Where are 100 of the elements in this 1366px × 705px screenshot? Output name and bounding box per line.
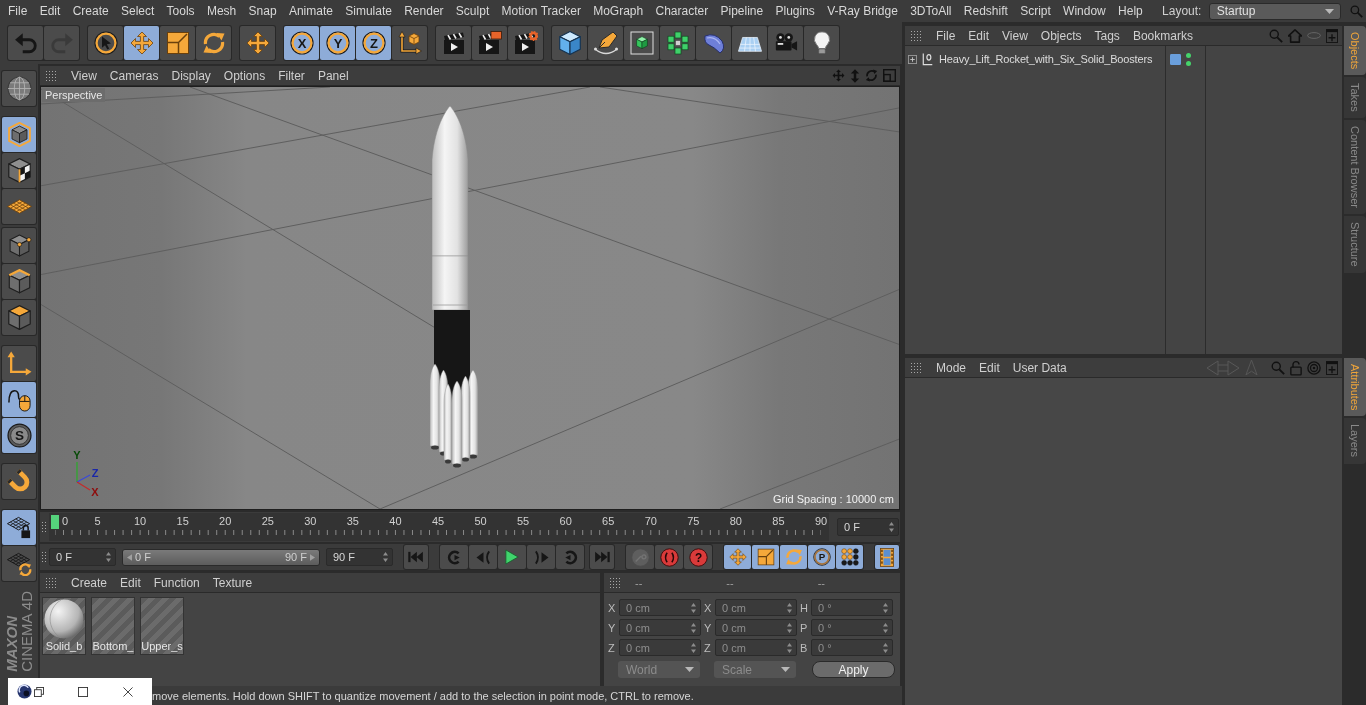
menu-item[interactable]: Mode: [936, 360, 967, 375]
layer-swatch-icon[interactable]: [1170, 53, 1181, 65]
menu-item[interactable]: Texture: [212, 575, 253, 590]
grid-rotate-button[interactable]: [2, 546, 36, 581]
menu-item[interactable]: Snap: [248, 4, 277, 18]
position-key-button[interactable]: [724, 545, 751, 569]
magnet-button[interactable]: [2, 464, 36, 499]
menu-item[interactable]: Select: [120, 4, 155, 18]
menu-item[interactable]: 3DToAll: [910, 4, 952, 18]
menu-item[interactable]: File: [8, 4, 28, 18]
menu-item[interactable]: Script: [1020, 4, 1051, 18]
axis-mode-button[interactable]: [2, 346, 36, 381]
apply-button[interactable]: Apply: [812, 661, 895, 678]
coordinate-field[interactable]: 0 °: [811, 639, 893, 656]
visibility-dot-icon[interactable]: [1186, 60, 1191, 66]
points-mode-button[interactable]: [2, 228, 36, 263]
menu-item[interactable]: MoGraph: [593, 4, 644, 18]
visibility-dot-icon[interactable]: [1186, 52, 1191, 58]
menu-item[interactable]: Create: [71, 575, 108, 590]
play-button[interactable]: [498, 545, 526, 569]
panel-tab[interactable]: Structure: [1344, 216, 1366, 273]
menu-item[interactable]: Panel: [317, 68, 349, 83]
coordinate-system-button[interactable]: [392, 26, 427, 60]
menu-item[interactable]: Motion Tracker: [501, 4, 581, 18]
menu-item[interactable]: Cameras: [109, 68, 159, 83]
panel-tab[interactable]: Takes: [1344, 77, 1366, 119]
menu-item[interactable]: Pipeline: [720, 4, 764, 18]
model-mode-button[interactable]: [2, 117, 36, 152]
menu-item[interactable]: Tags: [1094, 28, 1120, 43]
menu-item[interactable]: Help: [1118, 4, 1143, 18]
material-tile[interactable]: Upper_s: [140, 597, 184, 655]
coordinate-field[interactable]: 0 cm: [715, 639, 797, 656]
menu-item[interactable]: Plugins: [775, 4, 815, 18]
pen-button[interactable]: [588, 26, 623, 60]
cloner-button[interactable]: [660, 26, 695, 60]
scale-key-button[interactable]: [752, 545, 779, 569]
object-name[interactable]: Heavy_Lift_Rocket_with_Six_Solid_Boosters: [939, 53, 1153, 65]
render-view-button[interactable]: [436, 26, 471, 60]
menu-item[interactable]: Redshift: [963, 4, 1008, 18]
timeline-ruler[interactable]: 0 5 10 15 20 25 30 35 40 45 50 55 60 65 70 75 80 85 90: [49, 513, 829, 541]
coordinate-field[interactable]: 0 cm: [715, 599, 797, 616]
plus-box-icon[interactable]: [908, 54, 917, 64]
coordinate-field[interactable]: 0 cm: [619, 619, 701, 636]
point-level-key-button[interactable]: [836, 545, 863, 569]
subdivision-button[interactable]: [624, 26, 659, 60]
panel-tab[interactable]: Layers: [1344, 418, 1366, 464]
menu-item[interactable]: Window: [1063, 4, 1106, 18]
go-to-start-button[interactable]: [404, 545, 428, 569]
texture-mode-button[interactable]: [2, 153, 36, 188]
light-button[interactable]: [804, 26, 839, 60]
selection-tool-button[interactable]: [88, 26, 123, 60]
menu-item[interactable]: Filter: [278, 68, 305, 83]
menu-item[interactable]: Bookmarks: [1132, 28, 1193, 43]
coordinate-field[interactable]: 0 °: [811, 599, 893, 616]
start-frame-field[interactable]: 0 F: [49, 548, 116, 566]
menu-item[interactable]: V-Ray Bridge: [827, 4, 898, 18]
menu-item[interactable]: Display: [171, 68, 211, 83]
coordinate-field[interactable]: 0 cm: [619, 639, 701, 656]
render-picture-button[interactable]: [472, 26, 507, 60]
menu-item[interactable]: Function: [153, 575, 200, 590]
menu-item[interactable]: Edit: [979, 360, 1000, 375]
menu-item[interactable]: Edit: [120, 575, 141, 590]
coordinate-field[interactable]: 0 °: [811, 619, 893, 636]
menu-item[interactable]: View: [71, 68, 97, 83]
frame-field[interactable]: 0 F: [837, 518, 899, 536]
menu-item[interactable]: Tools: [166, 4, 195, 18]
restore-icon[interactable]: [34, 686, 44, 697]
menu-item[interactable]: Sculpt: [455, 4, 490, 18]
menu-item[interactable]: Animate: [288, 4, 333, 18]
material-tile[interactable]: Bottom_: [91, 597, 135, 655]
menu-item[interactable]: Edit: [968, 28, 990, 43]
menu-item[interactable]: Mesh: [206, 4, 237, 18]
coordinate-field[interactable]: 0 cm: [715, 619, 797, 636]
menu-item[interactable]: Edit: [39, 4, 61, 18]
render-settings-button[interactable]: [508, 26, 543, 60]
viewport-canvas[interactable]: Perspective Y Z X Grid Spacing : 10000 cm: [40, 86, 900, 510]
material-tile[interactable]: Solid_b: [42, 597, 86, 655]
close-icon[interactable]: [123, 686, 133, 697]
workplane-mode-button[interactable]: [2, 189, 36, 224]
preview-range-slider[interactable]: 0 F 90 F: [122, 548, 320, 566]
layout-dropdown[interactable]: Startup: [1208, 2, 1341, 20]
edges-mode-button[interactable]: [2, 264, 36, 299]
scale-tool-button[interactable]: [160, 26, 195, 60]
transform-tool-button[interactable]: [240, 26, 275, 60]
cube-button[interactable]: [552, 26, 587, 60]
render-mode-button[interactable]: [2, 71, 36, 106]
coordinate-field[interactable]: 0 cm: [619, 599, 701, 616]
menu-item[interactable]: Objects: [1040, 28, 1082, 43]
maximize-icon[interactable]: [78, 686, 88, 697]
end-frame-field[interactable]: 90 F: [326, 548, 393, 566]
deformer-button[interactable]: [696, 26, 731, 60]
menu-item[interactable]: Render: [404, 4, 444, 18]
menu-item[interactable]: View: [1002, 28, 1028, 43]
floor-button[interactable]: [732, 26, 767, 60]
panel-tab[interactable]: Content Browser: [1344, 120, 1366, 214]
menu-item[interactable]: Create: [72, 4, 109, 18]
record-button[interactable]: [655, 545, 683, 569]
polygons-mode-button[interactable]: [2, 300, 36, 335]
grid-lock-button[interactable]: [2, 510, 36, 545]
menu-item[interactable]: File: [936, 28, 956, 43]
